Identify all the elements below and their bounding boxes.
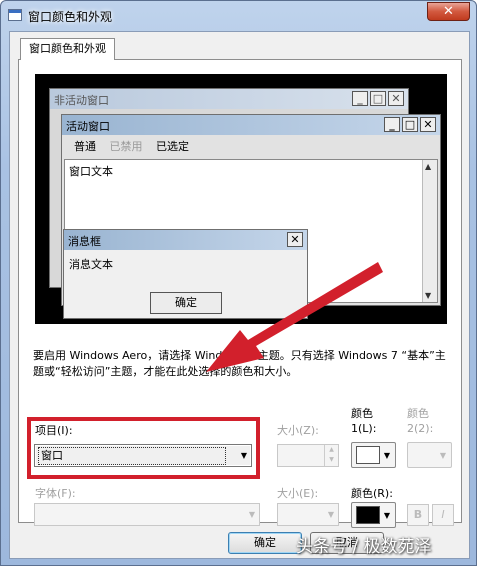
tab-window-color-appearance[interactable]: 窗口颜色和外观 [20,38,115,60]
watermark: 头条号 / 极数苑泽 [296,537,432,557]
annotation-arrow [206,262,383,372]
arrow-shape [206,262,383,372]
